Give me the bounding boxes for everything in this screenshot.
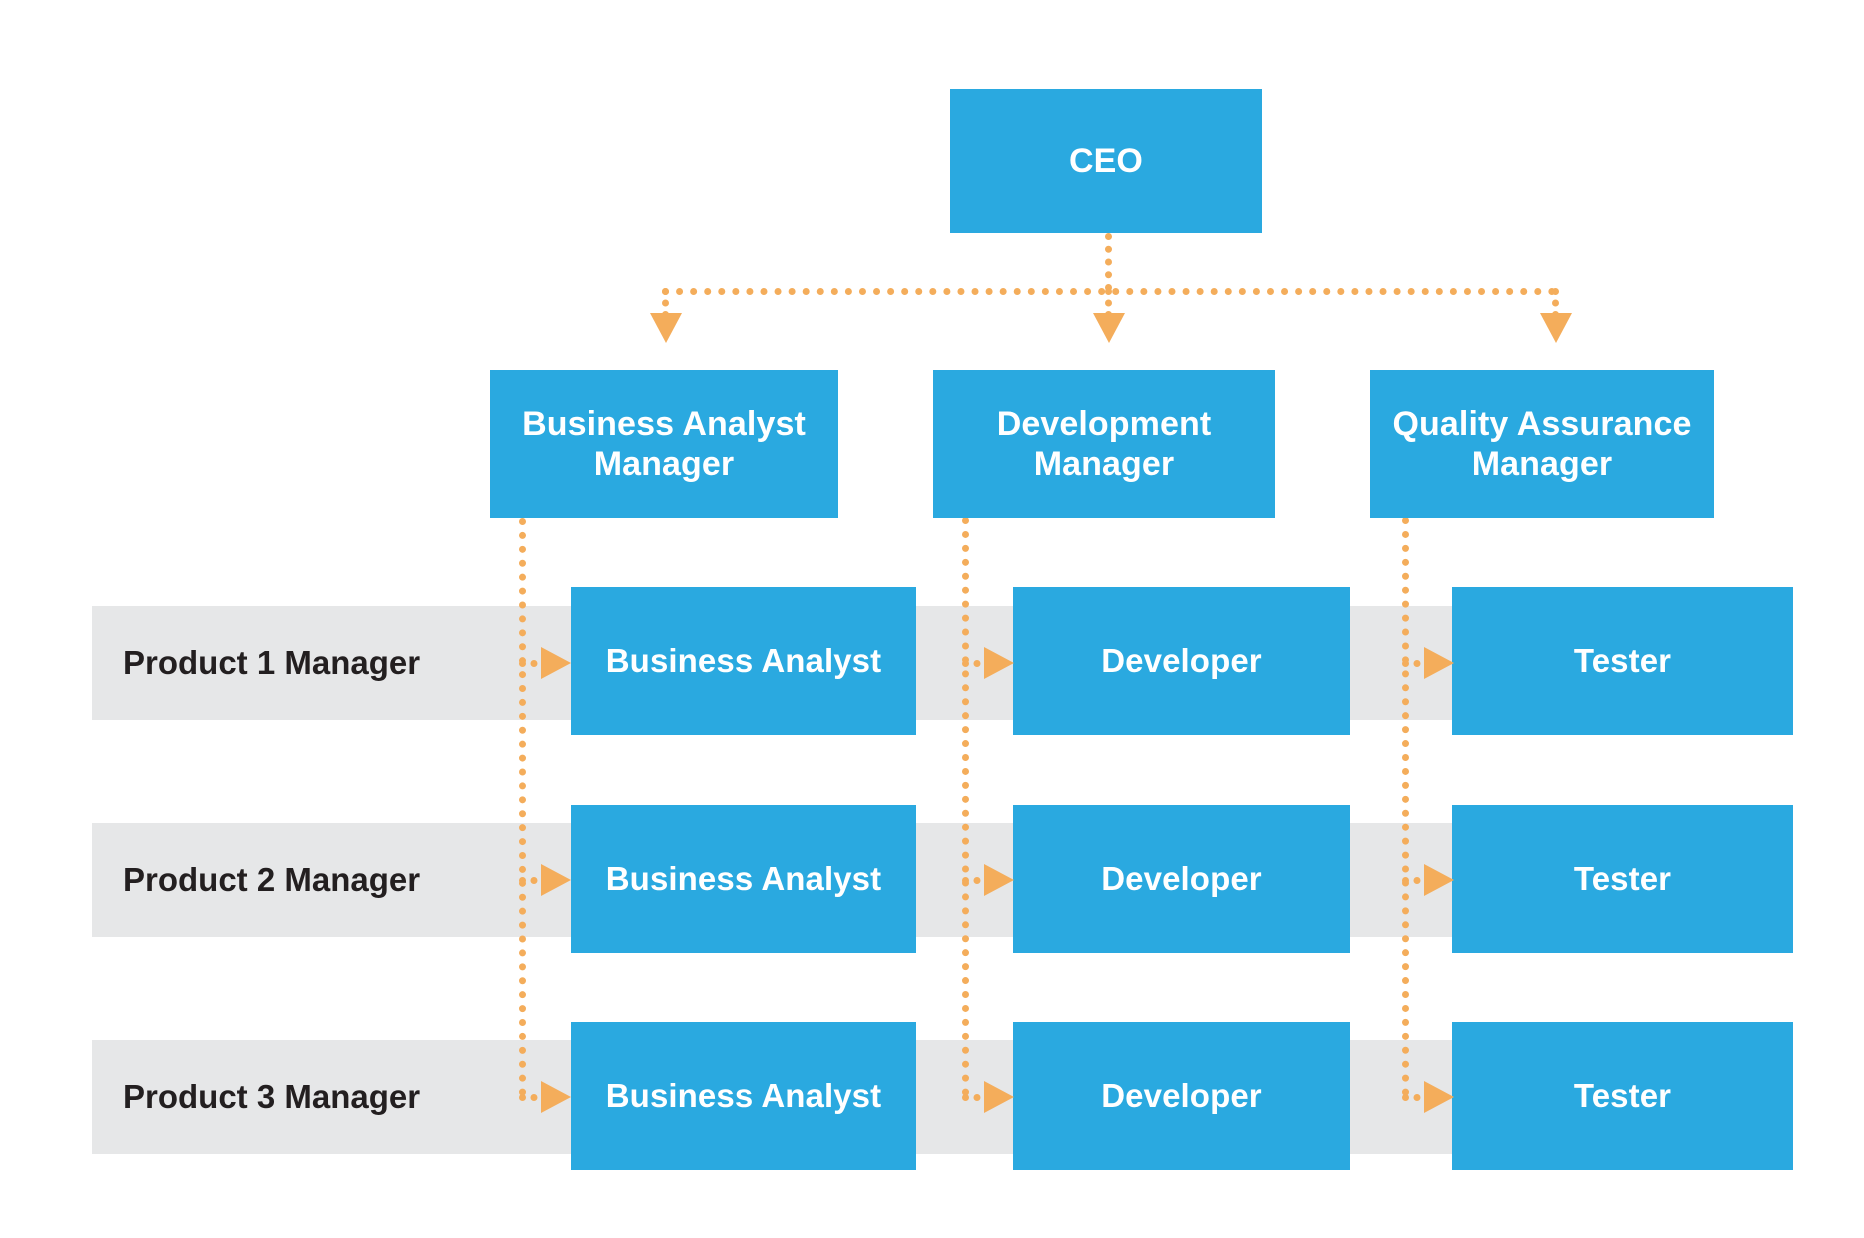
node-r1-business-analyst-label: Business Analyst <box>605 641 882 679</box>
arrowhead-manager-1 <box>650 313 682 343</box>
node-business-analyst-manager-label: Business Analyst Manager <box>522 404 806 483</box>
node-r1-tester[interactable]: Tester <box>1452 587 1793 735</box>
node-development-manager-label: Development Manager <box>996 404 1212 483</box>
row-label-product-3-text: Product 3 Manager <box>123 1078 421 1115</box>
node-r3-business-analyst-label: Business Analyst <box>605 1076 882 1114</box>
row-label-product-2-text: Product 2 Manager <box>123 861 421 898</box>
arrowhead-r3-c2 <box>984 1081 1014 1113</box>
node-business-analyst-manager[interactable]: Business Analyst Manager <box>490 370 838 518</box>
node-r2-business-analyst-label: Business Analyst <box>605 859 882 897</box>
node-quality-assurance-manager[interactable]: Quality Assurance Manager <box>1370 370 1714 518</box>
node-r3-tester-label: Tester <box>1573 1076 1672 1114</box>
arrowhead-r3-c1 <box>541 1081 571 1113</box>
node-r2-developer[interactable]: Developer <box>1013 805 1350 953</box>
arrowhead-r1-c2 <box>984 647 1014 679</box>
node-r3-tester[interactable]: Tester <box>1452 1022 1793 1170</box>
connector-spine-quality-assurance <box>1402 517 1409 1096</box>
node-r3-business-analyst[interactable]: Business Analyst <box>571 1022 916 1170</box>
row-label-product-1: Product 1 Manager <box>123 606 503 720</box>
arrowhead-manager-3 <box>1540 313 1572 343</box>
arrowhead-manager-2 <box>1093 313 1125 343</box>
node-r1-developer-label: Developer <box>1101 641 1262 679</box>
node-development-manager[interactable]: Development Manager <box>933 370 1275 518</box>
arrowhead-r1-c3 <box>1424 647 1454 679</box>
node-r2-tester-label: Tester <box>1573 859 1672 897</box>
node-ceo-label: CEO <box>1069 141 1143 180</box>
node-r1-developer[interactable]: Developer <box>1013 587 1350 735</box>
node-quality-assurance-manager-label: Quality Assurance Manager <box>1392 404 1692 483</box>
node-r2-developer-label: Developer <box>1101 859 1262 897</box>
connector-spine-development <box>962 517 969 1096</box>
row-label-product-3: Product 3 Manager <box>123 1040 503 1154</box>
connector-spine-business-analyst <box>519 518 526 1096</box>
row-label-product-1-text: Product 1 Manager <box>123 644 421 681</box>
arrowhead-r3-c3 <box>1424 1081 1454 1113</box>
org-chart-canvas: CEO Business Analyst Manager Development… <box>0 0 1864 1238</box>
arrowhead-r2-c2 <box>984 864 1014 896</box>
arrowhead-r2-c1 <box>541 864 571 896</box>
node-r1-tester-label: Tester <box>1573 641 1672 679</box>
row-label-product-2: Product 2 Manager <box>123 823 503 937</box>
arrowhead-r1-c1 <box>541 647 571 679</box>
node-r1-business-analyst[interactable]: Business Analyst <box>571 587 916 735</box>
node-r2-business-analyst[interactable]: Business Analyst <box>571 805 916 953</box>
node-r3-developer[interactable]: Developer <box>1013 1022 1350 1170</box>
node-r2-tester[interactable]: Tester <box>1452 805 1793 953</box>
connector-ceo-stem <box>1105 233 1112 291</box>
node-ceo[interactable]: CEO <box>950 89 1262 233</box>
arrowhead-r2-c3 <box>1424 864 1454 896</box>
node-r3-developer-label: Developer <box>1101 1076 1262 1114</box>
